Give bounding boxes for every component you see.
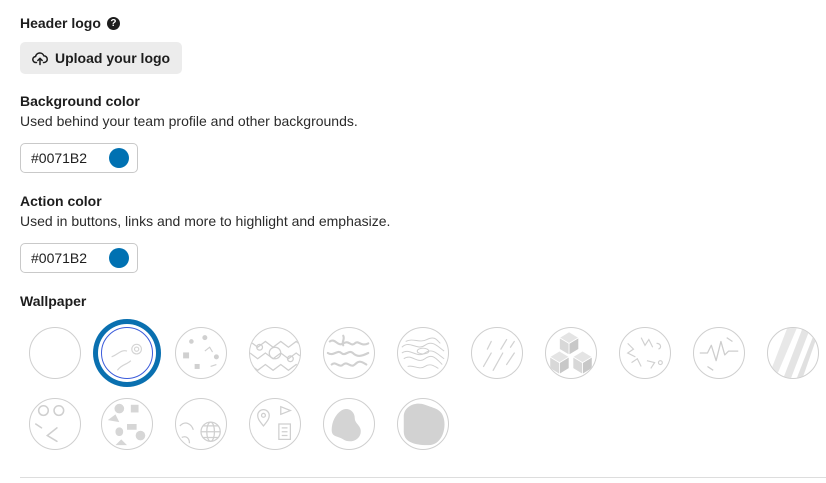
swirl-pattern-icon	[111, 343, 142, 371]
wallpaper-label: Wallpaper	[20, 293, 87, 309]
tiles-pattern-icon	[250, 340, 300, 372]
header-logo-label: Header logo ?	[20, 15, 120, 31]
action-color-description: Used in buttons, links and more to highl…	[20, 213, 391, 229]
wallpaper-option-doodles[interactable]	[29, 398, 81, 450]
wallpaper-option-confetti[interactable]	[175, 327, 227, 379]
cloud-upload-icon	[32, 52, 48, 66]
blob-pattern-icon	[403, 403, 445, 446]
shapes-pattern-icon	[107, 403, 146, 446]
cubes-pattern-icon	[549, 331, 593, 375]
wallpaper-option-streaks[interactable]	[471, 327, 523, 379]
wallpaper-option-tiles[interactable]	[249, 327, 301, 379]
wallpaper-option-blob[interactable]	[397, 398, 449, 450]
stripes-pattern-icon	[768, 328, 818, 378]
wallpaper-option-globe[interactable]	[175, 398, 227, 450]
places-pattern-icon	[257, 405, 293, 441]
wallpaper-option-blobs[interactable]	[323, 398, 375, 450]
wallpaper-option-cubes[interactable]	[545, 327, 597, 379]
scribble-pattern-icon	[626, 337, 663, 369]
background-color-description: Used behind your team profile and other …	[20, 113, 358, 129]
background-color-input[interactable]	[31, 150, 101, 166]
wallpaper-option-none[interactable]	[29, 327, 81, 379]
doodles-pattern-icon	[35, 404, 65, 443]
background-color-swatch[interactable]	[109, 148, 129, 168]
action-color-swatch[interactable]	[109, 248, 129, 268]
wallpaper-option-scribble[interactable]	[619, 327, 671, 379]
streaks-pattern-icon	[482, 338, 515, 371]
wallpaper-option-waveform[interactable]	[693, 327, 745, 379]
confetti-pattern-icon	[183, 335, 219, 369]
action-color-input[interactable]	[31, 250, 101, 266]
topography-pattern-icon	[401, 337, 445, 369]
action-color-field[interactable]	[20, 243, 138, 273]
background-color-label: Background color	[20, 93, 140, 109]
wallpaper-option-swirl[interactable]	[101, 327, 153, 379]
action-color-label: Action color	[20, 193, 102, 209]
wallpaper-option-stripes[interactable]	[767, 327, 819, 379]
wallpaper-option-places[interactable]	[249, 398, 301, 450]
squiggle-pattern-icon	[326, 334, 370, 367]
wallpaper-option-shapes[interactable]	[101, 398, 153, 450]
background-color-field[interactable]	[20, 143, 138, 173]
blobs-pattern-icon	[331, 409, 361, 442]
wallpaper-option-squiggle[interactable]	[323, 327, 375, 379]
waveform-pattern-icon	[699, 337, 739, 371]
section-divider	[20, 477, 826, 478]
wallpaper-option-topography[interactable]	[397, 327, 449, 379]
upload-logo-button[interactable]: Upload your logo	[20, 42, 183, 74]
question-circle-icon[interactable]: ?	[106, 16, 120, 30]
globe-pattern-icon	[179, 421, 221, 444]
